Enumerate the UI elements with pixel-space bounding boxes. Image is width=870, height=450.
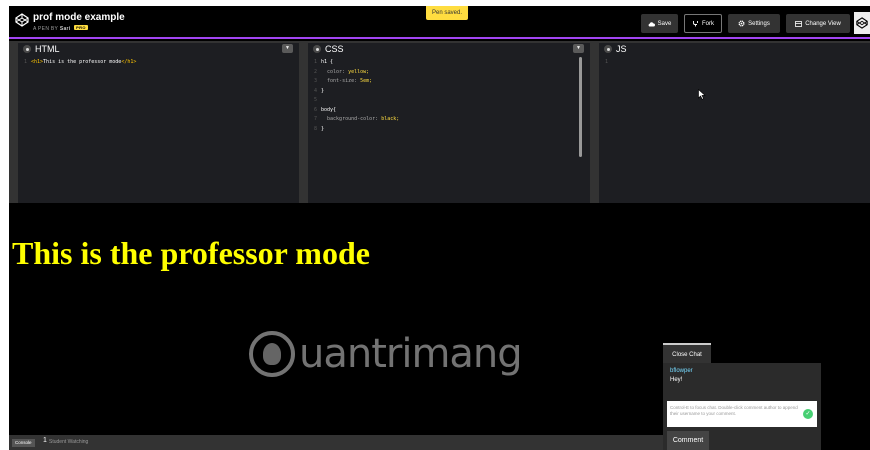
code-line[interactable]: 7 background-color: black; <box>308 115 590 125</box>
line-number: 6 <box>313 106 317 113</box>
line-number: 2 <box>313 68 317 75</box>
chat-username[interactable]: bflowper <box>670 368 693 374</box>
save-label: Save <box>657 20 672 27</box>
css-code[interactable]: 1 h1 {2 color: yellow; 3 font-size: 5em; 4}… <box>308 58 590 134</box>
saved-toast: Pen saved. <box>426 6 469 20</box>
html-editor-label: HTML <box>35 44 60 54</box>
author-link[interactable]: Sari <box>60 26 71 32</box>
line-number: 1 <box>23 59 27 65</box>
user-avatar[interactable] <box>854 12 870 34</box>
code-line[interactable]: 1 <h1> This is the professor mode </h1> <box>18 58 299 68</box>
code-line[interactable]: 6 body{ <box>308 106 590 116</box>
js-editor-label: JS <box>616 44 627 54</box>
close-chat-tab[interactable]: Close Chat <box>663 343 711 363</box>
chat-panel: bflowper Hey! Control-E to focus chat. D… <box>663 363 821 450</box>
code-token: color: <box>321 68 349 75</box>
css-editor-label: CSS <box>325 44 344 54</box>
code-token: h1 { <box>321 59 334 65</box>
save-button[interactable]: Save <box>641 14 678 33</box>
watermark-text: uantrimang <box>299 331 523 377</box>
code-token: <h1> <box>31 59 44 65</box>
send-icon[interactable]: ✓ <box>803 409 813 419</box>
js-code[interactable]: 1 <box>599 58 870 68</box>
code-token: } <box>321 125 325 132</box>
code-token: font-size: <box>321 78 361 84</box>
watch-count: 1 <box>43 437 47 444</box>
comment-button[interactable]: Comment <box>667 431 709 450</box>
code-line[interactable]: 8} <box>308 125 590 135</box>
chat-input[interactable]: Control-E to focus chat. Double-click co… <box>667 401 817 427</box>
line-number: 8 <box>313 125 317 132</box>
footer-bar: Console 1 Student Watching <box>9 435 663 450</box>
code-line[interactable]: 5 <box>308 96 590 106</box>
code-token: yellow; <box>348 68 370 75</box>
settings-button[interactable]: Settings <box>728 14 780 33</box>
watermark: uantrimang <box>249 331 523 377</box>
cloud-icon <box>648 21 655 26</box>
lightbulb-logo-icon <box>249 331 295 377</box>
chat-message: Hey! <box>670 377 683 383</box>
line-number: 4 <box>313 87 317 94</box>
pro-badge: PRO <box>74 25 88 30</box>
code-token: black; <box>381 116 400 122</box>
html-editor[interactable]: HTML ▼ 1 <h1> This is the professor mode </… <box>18 41 299 203</box>
code-token: body{ <box>321 106 337 113</box>
line-number: 5 <box>313 97 317 103</box>
header-bar: prof mode example A PEN BY Sari PRO Pen … <box>9 6 870 39</box>
line-number: 1 <box>604 59 608 65</box>
code-token: </h1> <box>121 59 137 65</box>
js-editor-header: JS <box>599 41 870 54</box>
preview-heading: This is the professor mode <box>12 235 370 271</box>
code-line[interactable]: 4} <box>308 87 590 97</box>
html-settings-icon[interactable] <box>23 45 31 53</box>
chevron-down-icon[interactable]: ▼ <box>573 44 584 53</box>
fork-label: Fork <box>702 20 714 27</box>
fork-button[interactable]: Fork <box>684 14 722 33</box>
js-editor[interactable]: JS 1 <box>599 41 870 203</box>
codepen-avatar-icon <box>856 17 868 29</box>
gear-icon <box>738 20 745 27</box>
line-number: 7 <box>313 116 317 122</box>
code-line[interactable]: 2 color: yellow; <box>308 68 590 78</box>
fork-icon <box>693 21 698 27</box>
html-editor-header: HTML ▼ <box>18 41 299 54</box>
chevron-down-icon[interactable]: ▼ <box>282 44 293 53</box>
css-scrollbar[interactable] <box>579 57 582 157</box>
css-settings-icon[interactable] <box>313 45 321 53</box>
code-line[interactable]: 3 font-size: 5em; <box>308 77 590 87</box>
change-view-label: Change View <box>805 20 841 27</box>
chat-input-hint: Control-E to focus chat. Double-click co… <box>670 405 798 416</box>
code-line[interactable]: 1 <box>599 58 870 68</box>
code-token: background-color: <box>321 116 382 122</box>
console-button[interactable]: Console <box>12 439 35 447</box>
line-number: 1 <box>313 59 317 65</box>
codepen-window: prof mode example A PEN BY Sari PRO Pen … <box>9 6 870 450</box>
layout-icon <box>795 20 803 27</box>
pen-byline: A PEN BY Sari PRO <box>33 25 88 32</box>
codepen-logo-icon[interactable] <box>15 13 29 27</box>
css-editor[interactable]: CSS ▼ 1 h1 {2 color: yellow; 3 font-size: … <box>308 41 590 203</box>
code-token: This is the professor mode <box>43 59 122 65</box>
js-settings-icon[interactable] <box>604 45 612 53</box>
html-code[interactable]: 1 <h1> This is the professor mode </h1> <box>18 58 299 68</box>
byline-prefix: A PEN BY <box>33 26 59 32</box>
css-editor-header: CSS ▼ <box>308 41 590 54</box>
mouse-cursor-icon <box>698 89 706 100</box>
line-number: 3 <box>313 78 317 84</box>
code-line[interactable]: 1 h1 { <box>308 58 590 68</box>
code-token: } <box>321 87 325 94</box>
code-token: 5em; <box>360 78 373 84</box>
editor-panes: HTML ▼ 1 <h1> This is the professor mode </… <box>9 41 870 203</box>
settings-label: Settings <box>748 20 770 27</box>
pen-title[interactable]: prof mode example <box>33 12 125 23</box>
watch-label: Student Watching <box>49 439 89 445</box>
change-view-button[interactable]: Change View <box>786 14 850 33</box>
